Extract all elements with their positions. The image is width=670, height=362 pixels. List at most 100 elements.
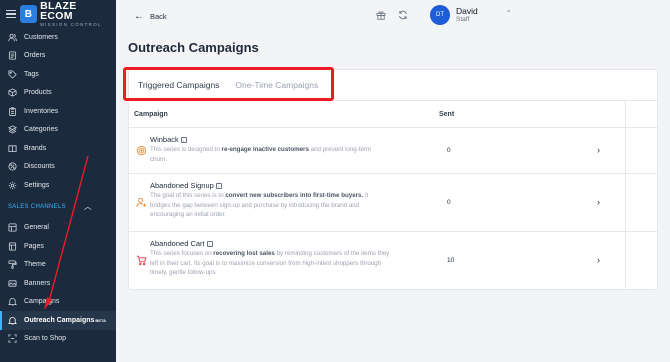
sidebar-item-banners[interactable]: Banners <box>0 274 116 293</box>
top-actions <box>376 10 408 20</box>
tab-bar: Triggered Campaigns One-Time Campaigns <box>129 70 657 101</box>
menu-icon[interactable] <box>6 9 16 19</box>
sidebar-item-label: Discounts <box>24 163 55 171</box>
campaign-name-text: Abandoned Signup <box>150 181 214 190</box>
sidebar-item-outreach-campaigns[interactable]: Outreach Campaigns BETA <box>0 311 116 330</box>
sidebar-item-label: Orders <box>24 52 46 60</box>
page-title: Outreach Campaigns <box>128 40 259 55</box>
chevron-right-icon[interactable]: › <box>597 197 600 207</box>
sidebar-item-label: Tags <box>24 70 39 78</box>
sidebar-item-label: Customers <box>24 33 58 41</box>
tab-one-time-campaigns[interactable]: One-Time Campaigns <box>235 80 318 90</box>
refresh-icon[interactable] <box>398 10 408 20</box>
campaign-description: This series focuses on recovering lost s… <box>150 249 390 278</box>
sidebar-item-customers[interactable]: Customers <box>0 28 116 47</box>
primary-nav: Customers Orders Tags Products Inventori… <box>0 28 116 195</box>
sidebar-item-label: Categories <box>24 126 58 134</box>
sidebar-item-inventories[interactable]: Inventories <box>0 102 116 121</box>
chevron-right-icon[interactable]: › <box>597 255 600 265</box>
arrow-left-icon: ← <box>134 10 144 22</box>
tab-triggered-campaigns[interactable]: Triggered Campaigns <box>138 80 219 90</box>
grid-icon <box>8 223 17 232</box>
back-label: Back <box>150 11 167 21</box>
page-icon <box>8 242 17 251</box>
channels-nav: General Pages Theme Banners Campaigns Ou… <box>0 219 116 349</box>
gear-icon <box>8 181 17 190</box>
paint-icon <box>8 260 17 270</box>
sidebar-item-discounts[interactable]: Discounts <box>0 158 116 177</box>
info-icon[interactable]: i <box>180 137 187 144</box>
sent-count: 0 <box>447 147 451 154</box>
campaign-description: This series is designed to re-engage ina… <box>150 145 390 164</box>
campaign-name: Winback i <box>150 135 187 144</box>
sales-channels-toggle[interactable]: SALES CHANNELS ︿ <box>0 195 116 219</box>
sidebar-item-orders[interactable]: Orders <box>0 47 116 66</box>
sidebar-item-settings[interactable]: Settings <box>0 176 116 195</box>
user-name: David <box>456 5 478 16</box>
table-row-abandoned-signup[interactable]: Abandoned Signup i The goal of this serie… <box>129 174 657 232</box>
user-menu[interactable]: DT David Staff ⌄ <box>430 5 512 25</box>
bell-icon <box>8 297 17 306</box>
campaign-name-text: Winback <box>150 135 179 144</box>
sidebar-item-scan-to-shop[interactable]: Scan to Shop <box>0 330 116 349</box>
back-button[interactable]: ← Back <box>134 11 167 22</box>
sidebar-item-brands[interactable]: Brands <box>0 139 116 158</box>
avatar: DT <box>430 5 450 25</box>
target-icon <box>136 143 147 156</box>
brand-title: BLAZE ECOM <box>40 0 77 23</box>
campaigns-card: Triggered Campaigns One-Time Campaigns C… <box>128 69 658 290</box>
sidebar-item-pages[interactable]: Pages <box>0 237 116 256</box>
sent-count: 10 <box>447 257 455 264</box>
sidebar-item-label: Settings <box>24 181 50 189</box>
brand-subtitle: MISSION CONTROL <box>40 21 102 27</box>
layers-icon <box>8 125 17 134</box>
orders-icon <box>8 51 17 60</box>
user-signup-icon <box>136 195 147 208</box>
campaign-name: Abandoned Signup i <box>150 181 222 190</box>
sidebar: B BLAZE ECOM MISSION CONTROL Customers O… <box>0 0 116 362</box>
campaign-name-text: Abandoned Cart <box>150 239 205 248</box>
sidebar-item-label: Scan to Shop <box>24 335 67 343</box>
info-icon[interactable]: i <box>215 183 222 190</box>
table-row-abandoned-cart[interactable]: Abandoned Cart i This series focuses on r… <box>129 232 657 289</box>
chevron-right-icon[interactable]: › <box>597 145 600 155</box>
table-header: Campaign Sent <box>129 101 657 128</box>
scan-icon <box>8 334 17 343</box>
sidebar-item-products[interactable]: Products <box>0 84 116 103</box>
table-row-winback[interactable]: Winback i This series is designed to re-e… <box>129 128 657 174</box>
column-header-campaign: Campaign <box>134 110 168 118</box>
brand-logo[interactable]: B BLAZE ECOM MISSION CONTROL <box>19 0 110 27</box>
beta-badge: BETA <box>95 317 107 323</box>
brand-header: B BLAZE ECOM MISSION CONTROL <box>0 0 116 28</box>
sidebar-item-label: Inventories <box>24 107 59 115</box>
gift-icon[interactable] <box>376 10 386 20</box>
campaign-description: The goal of this series is to convert ne… <box>150 191 390 220</box>
sidebar-item-tags[interactable]: Tags <box>0 65 116 84</box>
users-icon <box>8 33 17 42</box>
box-icon <box>8 88 17 97</box>
book-icon <box>8 144 17 153</box>
logo-mark: B <box>19 5 38 23</box>
chevron-up-icon: ︿ <box>83 202 92 211</box>
info-icon[interactable]: i <box>206 241 213 248</box>
desc-text: The goal of this series is to <box>150 192 226 199</box>
sidebar-item-label: Outreach Campaigns <box>24 316 95 324</box>
sidebar-item-theme[interactable]: Theme <box>0 256 116 275</box>
clipboard-icon <box>8 107 17 116</box>
sidebar-item-label: Brands <box>24 144 47 152</box>
desc-bold: re-engage inactive customers <box>221 146 309 153</box>
cart-icon <box>136 253 147 266</box>
campaign-name: Abandoned Cart i <box>150 239 213 248</box>
bell-icon <box>8 316 17 325</box>
sidebar-item-campaigns[interactable]: Campaigns <box>0 293 116 312</box>
chevron-down-icon: ⌄ <box>505 7 512 14</box>
discount-icon <box>8 162 17 171</box>
sidebar-item-label: Campaigns <box>24 298 60 306</box>
sidebar-item-general[interactable]: General <box>0 219 116 238</box>
section-label: SALES CHANNELS <box>8 203 66 210</box>
desc-bold: recovering lost sales <box>213 250 275 257</box>
desc-bold: convert new subscribers into first-time … <box>225 192 364 199</box>
sidebar-item-categories[interactable]: Categories <box>0 121 116 140</box>
desc-text: This series is designed to <box>150 146 222 153</box>
column-header-sent: Sent <box>439 110 455 118</box>
